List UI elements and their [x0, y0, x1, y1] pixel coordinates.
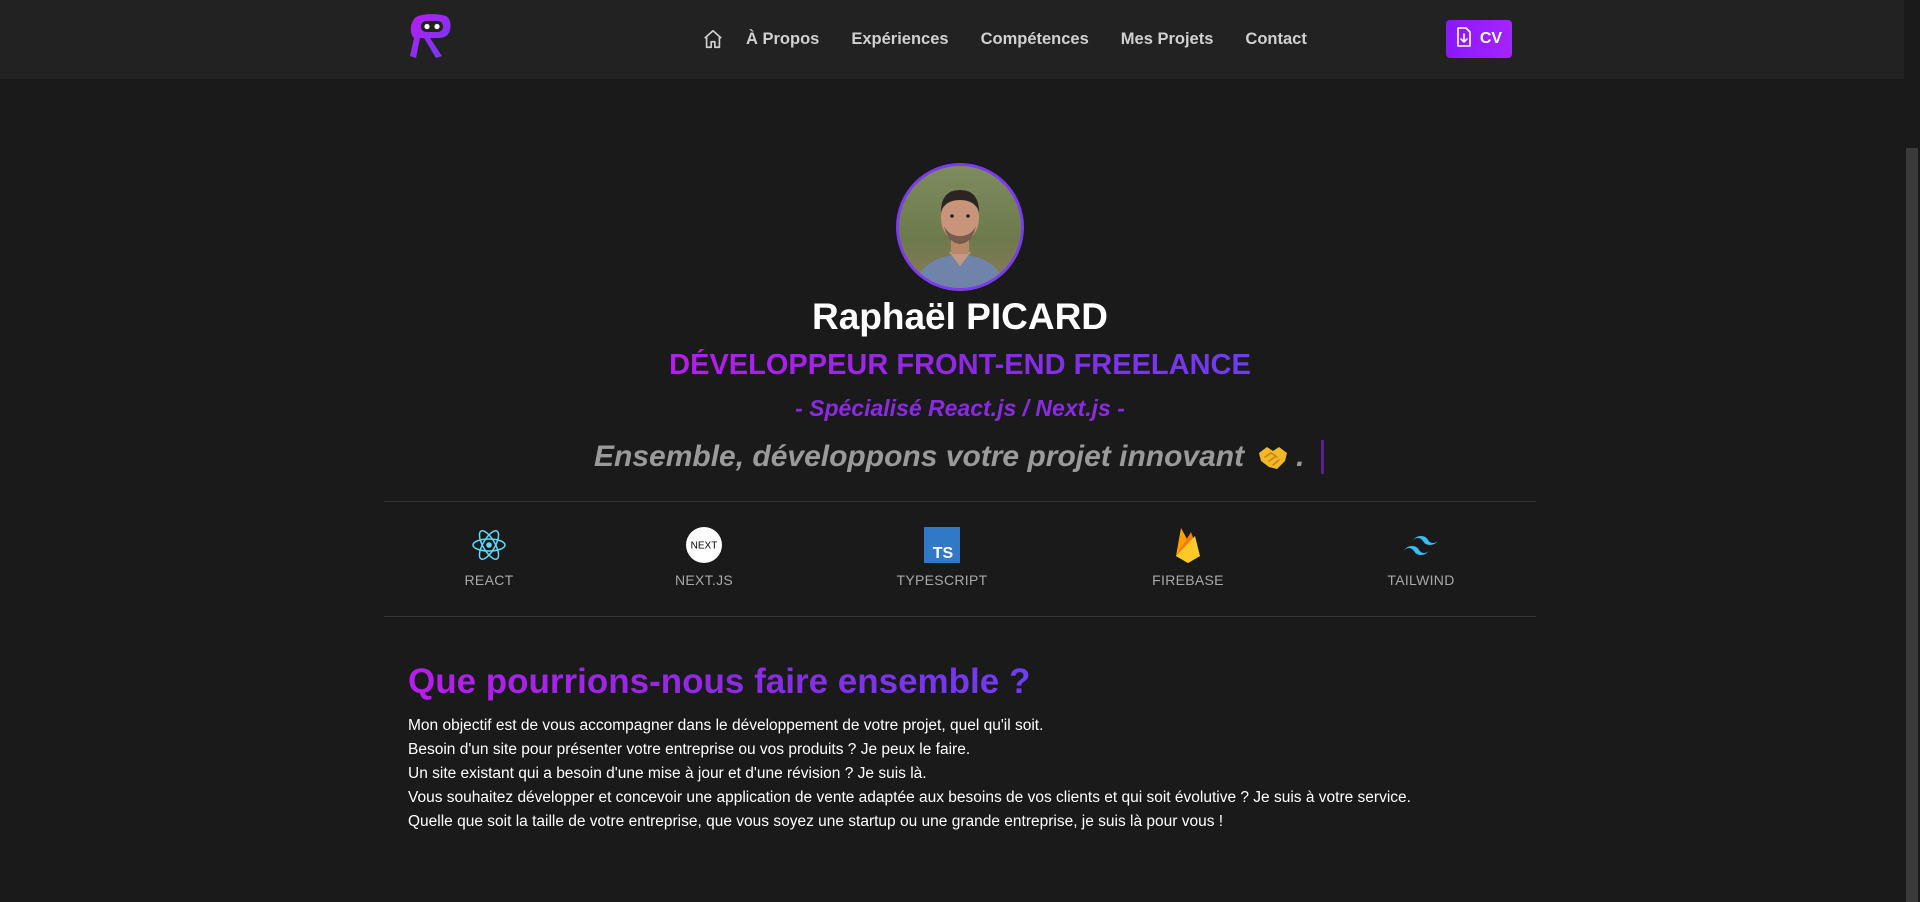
rp-logo-icon[interactable]: [408, 10, 456, 62]
hero-subtitle: - Spécialisé React.js / Next.js -: [795, 395, 1125, 421]
page-scrollbar[interactable]: [1904, 0, 1920, 902]
profile-avatar: [896, 163, 1024, 291]
hero-title: DÉVELOPPEUR FRONT-END FREELANCE: [0, 349, 1920, 382]
nav-item-mes-projets[interactable]: Mes Projets: [1121, 30, 1214, 49]
typing-cursor: [1321, 440, 1324, 474]
about-title: Que pourrions-nous faire ensemble ?: [408, 662, 1031, 701]
tech-label: TAILWIND: [1387, 572, 1455, 588]
tailwind-icon: [1402, 526, 1440, 564]
site-header: À Propos Expériences Compétences Mes Pro…: [0, 0, 1904, 79]
firebase-icon: [1169, 526, 1207, 564]
about-text: Mon objectif est de vous accompagner dan…: [408, 714, 1528, 834]
typescript-icon: TS: [923, 526, 961, 564]
cv-download-button[interactable]: CV: [1446, 20, 1512, 58]
about-line: Besoin d'un site pour présenter votre en…: [408, 741, 971, 758]
about-line: Un site existant qui a besoin d'une mise…: [408, 765, 927, 782]
home-icon[interactable]: [700, 26, 726, 52]
tech-typescript: TS TYPESCRIPT: [872, 526, 1012, 588]
tech-label: REACT: [464, 572, 514, 588]
nav-item-a-propos[interactable]: À Propos: [746, 30, 819, 49]
cv-button-label: CV: [1479, 30, 1503, 47]
hero-title-text: DÉVELOPPEUR FRONT-END FREELANCE: [669, 349, 1251, 381]
tech-tailwind: TAILWIND: [1351, 526, 1491, 588]
nav-item-experiences[interactable]: Expériences: [851, 30, 948, 49]
scrollbar-thumb[interactable]: [1906, 148, 1918, 902]
divider-top: [384, 501, 1536, 502]
hero-tagline-text: Ensemble, développons votre projet innov…: [594, 440, 1245, 473]
handshake-icon: [1256, 442, 1290, 472]
svg-text:TS: TS: [933, 545, 954, 562]
tech-react: REACT: [419, 526, 559, 588]
nextjs-icon: NEXT: [685, 526, 723, 564]
tech-label: FIREBASE: [1152, 572, 1224, 588]
hero-name: Raphaël PICARD: [811, 296, 1109, 337]
nav-item-contact[interactable]: Contact: [1245, 30, 1306, 49]
main-nav: À Propos Expériences Compétences Mes Pro…: [700, 22, 1307, 56]
about-line: Mon objectif est de vous accompagner dan…: [408, 717, 1044, 734]
tech-nextjs: NEXT NEXT.JS: [634, 526, 774, 588]
tech-label: TYPESCRIPT: [896, 572, 988, 588]
nav-item-competences[interactable]: Compétences: [981, 30, 1089, 49]
hero-tagline: Ensemble, développons votre projet innov…: [594, 437, 1304, 477]
tech-firebase: FIREBASE: [1118, 526, 1258, 588]
svg-text:NEXT: NEXT: [691, 541, 718, 552]
tech-label: NEXT.JS: [674, 572, 734, 588]
about-line: Quelle que soit la taille de votre entre…: [408, 813, 1224, 830]
react-icon: [470, 526, 508, 564]
hero-tagline-period: .: [1296, 440, 1305, 473]
file-download-icon: [1456, 26, 1472, 52]
divider-bottom: [384, 616, 1536, 617]
about-line: Vous souhaitez développer et concevoir u…: [408, 789, 1411, 806]
